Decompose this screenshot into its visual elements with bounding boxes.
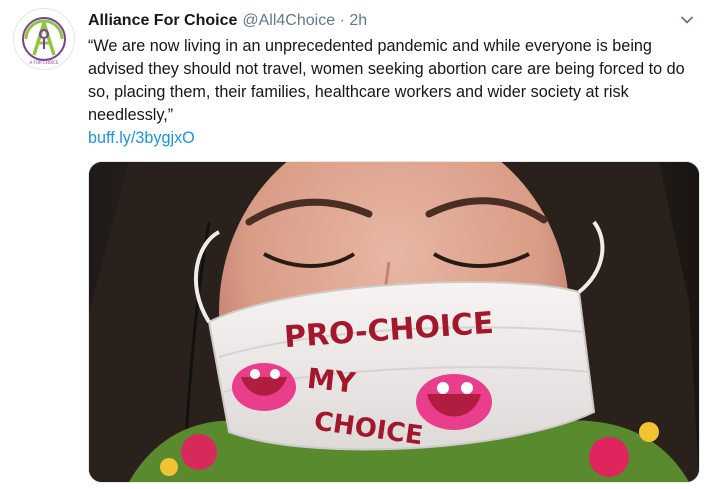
tweet-menu-button[interactable] bbox=[677, 10, 697, 30]
photo-woman-wearing-mask: PRO-CHOICE MY CHOICE bbox=[89, 162, 699, 482]
author-name[interactable]: Alliance For Choice bbox=[88, 12, 237, 29]
alliance-logo-icon: A FOR CHOICE bbox=[22, 17, 66, 65]
author-handle[interactable]: @All4Choice bbox=[242, 12, 335, 29]
tweet-body: “We are now living in an unprecedented p… bbox=[88, 35, 688, 150]
tweet-timestamp[interactable]: 2h bbox=[349, 12, 367, 29]
mask-text-my: MY bbox=[306, 362, 358, 400]
tweet-card[interactable]: A FOR CHOICE Alliance For Choice @All4Cho… bbox=[0, 0, 713, 489]
tweet-media-image[interactable]: PRO-CHOICE MY CHOICE bbox=[88, 161, 700, 483]
tweet-link[interactable]: buff.ly/3bygjxO bbox=[88, 129, 195, 147]
tweet-text: “We are now living in an unprecedented p… bbox=[88, 37, 685, 124]
chevron-down-icon bbox=[681, 16, 693, 24]
author-avatar[interactable]: A FOR CHOICE bbox=[13, 8, 75, 70]
header-separator: · bbox=[339, 12, 345, 29]
tweet-header: Alliance For Choice @All4Choice · 2h bbox=[88, 10, 673, 32]
avatar-logo-text: A FOR CHOICE bbox=[30, 60, 59, 65]
